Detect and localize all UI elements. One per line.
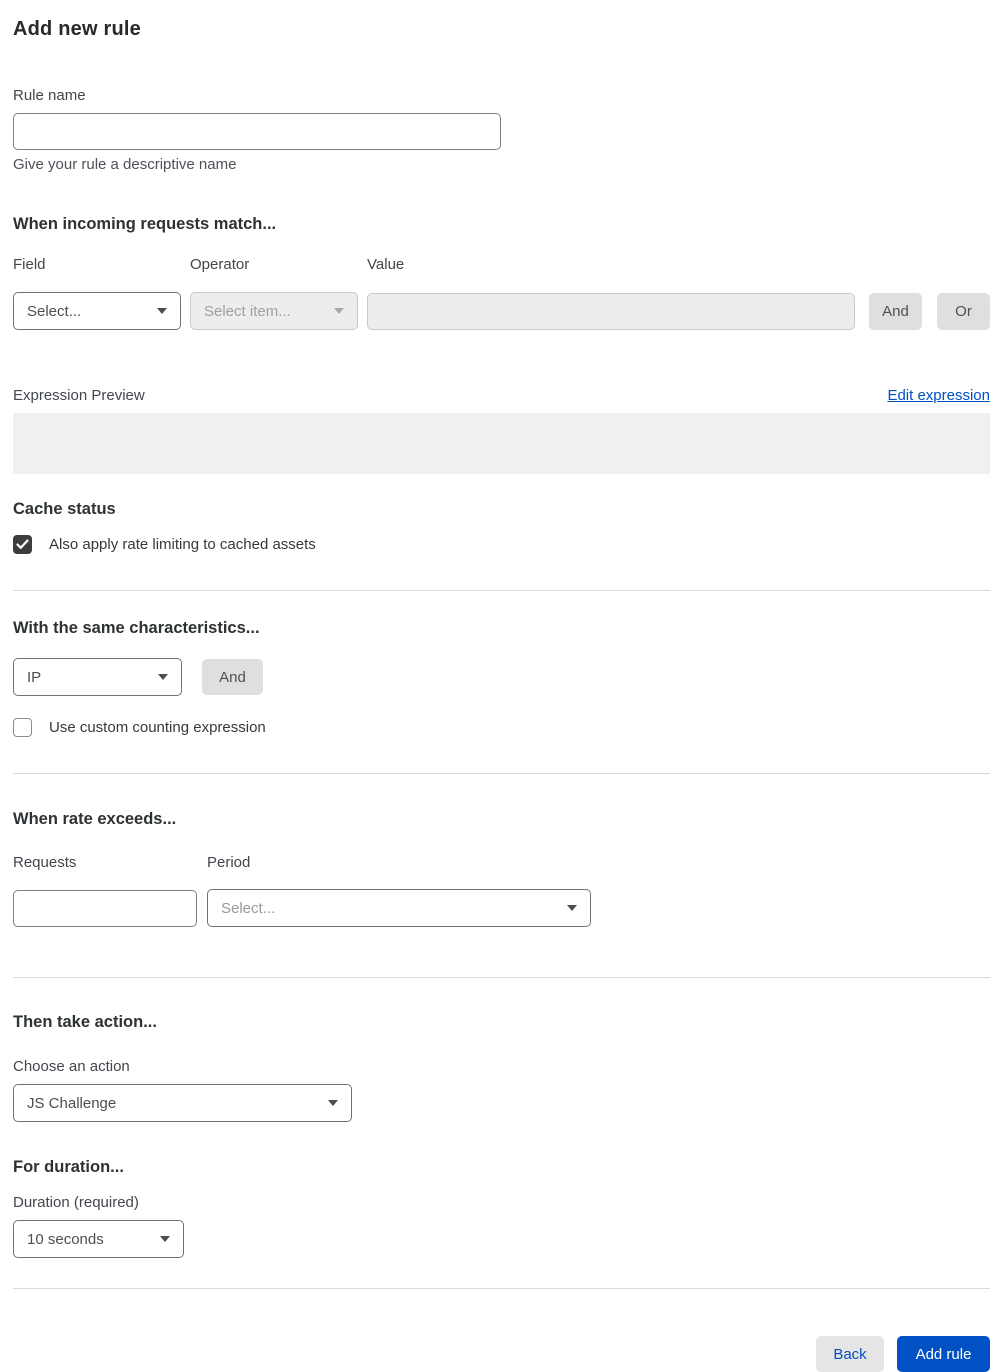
field-select[interactable]: Select... [13, 292, 181, 330]
duration-select-value: 10 seconds [27, 1230, 104, 1248]
match-section: When incoming requests match... Field Op… [13, 215, 990, 330]
edit-expression-link[interactable]: Edit expression [887, 387, 990, 404]
or-button[interactable]: Or [937, 293, 990, 330]
rule-name-label: Rule name [13, 87, 86, 104]
characteristics-section: With the same characteristics... IP And … [13, 619, 990, 737]
cache-checkbox-label: Also apply rate limiting to cached asset… [49, 536, 316, 553]
chevron-down-icon [160, 1236, 170, 1242]
action-section: Then take action... Choose an action JS … [13, 1013, 990, 1122]
cache-checkbox[interactable] [13, 535, 32, 554]
page-title: Add new rule [13, 18, 141, 40]
field-select-value: Select... [27, 302, 82, 320]
rule-name-helper: Give your rule a descriptive name [13, 156, 237, 173]
action-select-value: JS Challenge [27, 1094, 117, 1112]
rate-heading: When rate exceeds... [13, 810, 177, 828]
and-button[interactable]: And [869, 293, 922, 330]
expression-preview-box [13, 413, 990, 474]
characteristics-select-value: IP [27, 668, 42, 686]
rate-section: When rate exceeds... Requests Period Sel… [13, 810, 990, 927]
requests-label: Requests [13, 854, 77, 871]
divider [13, 590, 990, 591]
value-input[interactable] [367, 293, 855, 330]
period-label: Period [207, 854, 251, 871]
operator-select-value: Select item... [204, 302, 291, 320]
value-label: Value [367, 256, 405, 273]
characteristics-and-button[interactable]: And [202, 659, 263, 695]
custom-counting-checkbox[interactable] [13, 718, 32, 737]
divider [13, 773, 990, 774]
duration-select[interactable]: 10 seconds [13, 1220, 184, 1258]
duration-label: Duration (required) [13, 1194, 139, 1211]
checkmark-icon [16, 539, 29, 549]
add-rule-form: Add new rule Rule name Give your rule a … [0, 0, 1002, 1372]
action-label: Choose an action [13, 1058, 130, 1075]
period-select[interactable]: Select... [207, 889, 591, 927]
rule-name-section: Rule name Give your rule a descriptive n… [13, 87, 990, 173]
action-heading: Then take action... [13, 1013, 157, 1031]
operator-select[interactable]: Select item... [190, 292, 358, 330]
requests-input[interactable] [13, 890, 197, 927]
expression-section: Expression Preview Edit expression [13, 387, 990, 474]
chevron-down-icon [158, 674, 168, 680]
divider [13, 977, 990, 978]
footer: Back Add rule [13, 1312, 990, 1372]
action-select[interactable]: JS Challenge [13, 1084, 352, 1122]
chevron-down-icon [328, 1100, 338, 1106]
period-select-value: Select... [221, 899, 276, 917]
match-heading: When incoming requests match... [13, 215, 277, 233]
chevron-down-icon [334, 308, 344, 314]
back-button[interactable]: Back [816, 1336, 884, 1372]
characteristics-heading: With the same characteristics... [13, 619, 260, 637]
chevron-down-icon [157, 308, 167, 314]
duration-section: For duration... Duration (required) 10 s… [13, 1158, 990, 1258]
characteristics-select[interactable]: IP [13, 658, 182, 696]
cache-status-section: Cache status Also apply rate limiting to… [13, 500, 990, 554]
divider [13, 1288, 990, 1289]
expression-preview-label: Expression Preview [13, 387, 145, 404]
add-rule-button[interactable]: Add rule [897, 1336, 990, 1372]
field-label: Field [13, 256, 46, 273]
operator-label: Operator [190, 256, 250, 273]
rule-name-input[interactable] [13, 113, 501, 150]
cache-status-heading: Cache status [13, 500, 116, 518]
custom-counting-checkbox-label: Use custom counting expression [49, 719, 266, 736]
duration-heading: For duration... [13, 1158, 124, 1176]
chevron-down-icon [567, 905, 577, 911]
